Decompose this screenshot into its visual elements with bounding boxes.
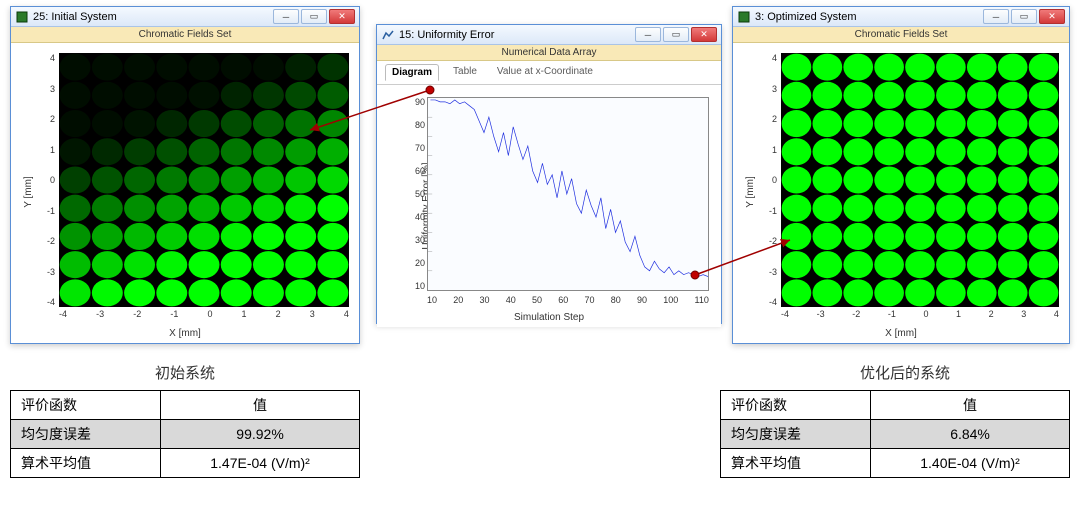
table-header: 值 bbox=[161, 391, 360, 420]
maximize-button[interactable]: ▭ bbox=[663, 27, 689, 42]
sub-header: Numerical Data Array bbox=[377, 45, 721, 61]
y-axis-label: Y [mm] bbox=[745, 176, 756, 207]
close-button[interactable]: ✕ bbox=[1039, 9, 1065, 24]
x-ticks: 102030405060708090100110 bbox=[427, 295, 709, 307]
x-axis-label: Simulation Step bbox=[514, 312, 584, 323]
close-button[interactable]: ✕ bbox=[691, 27, 717, 42]
tab-diagram[interactable]: Diagram bbox=[385, 64, 439, 81]
table-cell: 1.47E-04 (V/m)² bbox=[161, 449, 360, 478]
x-axis-label: X [mm] bbox=[885, 328, 917, 339]
table-header: 评价函数 bbox=[721, 391, 871, 420]
titlebar-optimized[interactable]: 3: Optimized System ─ ▭ ✕ bbox=[733, 7, 1069, 27]
sub-header: Chromatic Fields Set bbox=[11, 27, 359, 43]
window-title: 3: Optimized System bbox=[755, 11, 856, 23]
x-ticks: -4-3-2-101234 bbox=[59, 309, 349, 323]
window-title: 25: Initial System bbox=[33, 11, 117, 23]
window-optimized-system: 3: Optimized System ─ ▭ ✕ Chromatic Fiel… bbox=[732, 6, 1070, 344]
app-icon bbox=[381, 28, 395, 42]
table-cell: 99.92% bbox=[161, 420, 360, 449]
caption-initial: 初始系统 bbox=[110, 362, 260, 383]
x-axis-label: X [mm] bbox=[169, 328, 201, 339]
chart-area bbox=[427, 97, 709, 291]
x-ticks: -4-3-2-101234 bbox=[781, 309, 1059, 323]
field-image bbox=[781, 53, 1059, 307]
y-ticks: -4-3-2-101234 bbox=[757, 53, 777, 307]
sub-header: Chromatic Fields Set bbox=[733, 27, 1069, 43]
table-cell: 算术平均值 bbox=[11, 449, 161, 478]
window-title: 15: Uniformity Error bbox=[399, 29, 494, 41]
table-header: 评价函数 bbox=[11, 391, 161, 420]
window-initial-system: 25: Initial System ─ ▭ ✕ Chromatic Field… bbox=[10, 6, 360, 344]
minimize-button[interactable]: ─ bbox=[273, 9, 299, 24]
metrics-table-optimized: 评价函数值 均匀度误差6.84% 算术平均值1.40E-04 (V/m)² bbox=[720, 390, 1070, 478]
y-ticks: 102030405060708090 bbox=[407, 97, 425, 291]
tab-value-at-x-coordinate[interactable]: Value at x-Coordinate bbox=[491, 64, 599, 81]
maximize-button[interactable]: ▭ bbox=[301, 9, 327, 24]
table-header: 值 bbox=[871, 391, 1070, 420]
minimize-button[interactable]: ─ bbox=[983, 9, 1009, 24]
y-axis-label: Y [mm] bbox=[23, 176, 34, 207]
window-uniformity-error: 15: Uniformity Error ─ ▭ ✕ Numerical Dat… bbox=[376, 24, 722, 324]
table-cell: 均匀度误差 bbox=[11, 420, 161, 449]
tab-table[interactable]: Table bbox=[447, 64, 483, 81]
field-image bbox=[59, 53, 349, 307]
uniformity-chart: Uniformity Error [%] 102030405060708090 … bbox=[377, 85, 721, 327]
metrics-table-initial: 评价函数值 均匀度误差99.92% 算术平均值1.47E-04 (V/m)² bbox=[10, 390, 360, 478]
maximize-button[interactable]: ▭ bbox=[1011, 9, 1037, 24]
titlebar-uniformity[interactable]: 15: Uniformity Error ─ ▭ ✕ bbox=[377, 25, 721, 45]
table-cell: 6.84% bbox=[871, 420, 1070, 449]
minimize-button[interactable]: ─ bbox=[635, 27, 661, 42]
table-cell: 算术平均值 bbox=[721, 449, 871, 478]
field-plot-optimized: Y [mm] -4-3-2-101234 -4-3-2-101234 X [mm… bbox=[733, 43, 1069, 341]
table-cell: 1.40E-04 (V/m)² bbox=[871, 449, 1070, 478]
app-icon bbox=[15, 10, 29, 24]
y-ticks: -4-3-2-101234 bbox=[35, 53, 55, 307]
caption-optimized: 优化后的系统 bbox=[830, 362, 980, 383]
table-cell: 均匀度误差 bbox=[721, 420, 871, 449]
close-button[interactable]: ✕ bbox=[329, 9, 355, 24]
tabbar: Diagram Table Value at x-Coordinate bbox=[377, 61, 721, 85]
titlebar-initial[interactable]: 25: Initial System ─ ▭ ✕ bbox=[11, 7, 359, 27]
chart-line bbox=[428, 98, 708, 290]
app-icon bbox=[737, 10, 751, 24]
field-plot-initial: Y [mm] -4-3-2-101234 -4-3-2-101234 X [mm… bbox=[11, 43, 359, 341]
